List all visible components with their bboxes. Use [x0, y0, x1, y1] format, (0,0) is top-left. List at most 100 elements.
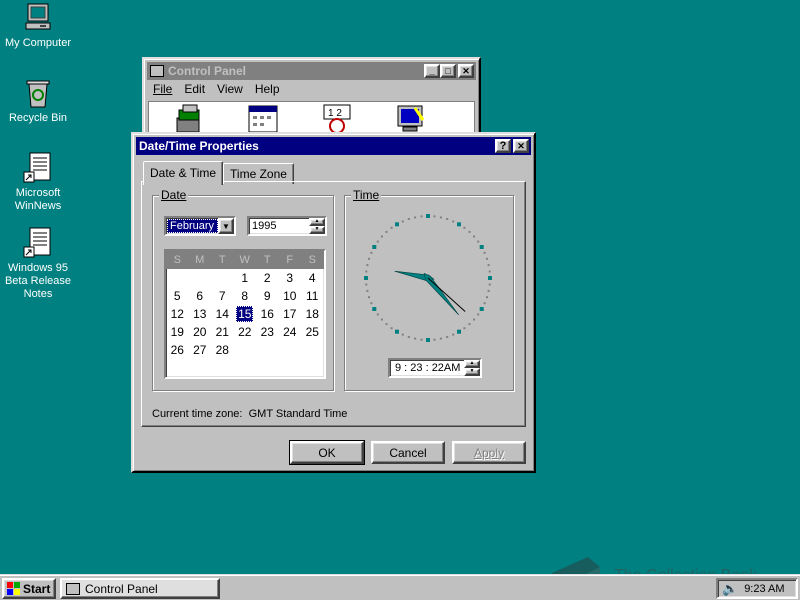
- calendar-day[interactable]: 25: [301, 325, 324, 339]
- desktop-icon-release-notes[interactable]: Windows 95 Beta Release Notes: [0, 227, 76, 301]
- calendar-day[interactable]: 2: [256, 271, 279, 285]
- clock-minute-mark: [407, 336, 410, 338]
- calendar-day[interactable]: 14: [211, 307, 234, 321]
- spin-down-icon[interactable]: ▼: [464, 368, 480, 376]
- calendar-day-header: M: [195, 254, 205, 266]
- analog-clock: [364, 214, 492, 342]
- calendar-day-header: S: [308, 254, 316, 266]
- clock-minute-mark: [473, 318, 476, 321]
- display-cp-icon[interactable]: [395, 104, 427, 134]
- clock-minute-mark: [370, 302, 373, 305]
- calendar[interactable]: SMTWTFS 1 2 3 4 5 6 7 8 9 10 11 12 13 14 15 16 17 18 19 20 2…: [164, 249, 326, 379]
- clock-hour-mark: [426, 214, 430, 218]
- calendar-day[interactable]: 3: [279, 271, 302, 285]
- calendar-day[interactable]: 24: [279, 325, 302, 339]
- spin-down-icon[interactable]: ▼: [309, 226, 325, 234]
- control-panel-titlebar[interactable]: Control Panel _ □ ✕: [147, 62, 476, 80]
- calendar-day[interactable]: 8: [234, 289, 257, 303]
- menu-help[interactable]: Help: [251, 82, 284, 96]
- clock-minute-mark: [385, 323, 388, 326]
- clock-minute-mark: [366, 289, 369, 292]
- calendar-day[interactable]: 7: [211, 289, 234, 303]
- dialog-titlebar[interactable]: Date/Time Properties ? ✕: [136, 137, 531, 155]
- calendar-day[interactable]: 12: [166, 307, 189, 321]
- ok-button[interactable]: OK: [289, 440, 365, 465]
- recycle-bin-icon: [22, 77, 54, 109]
- desktop-icon-my-computer[interactable]: My Computer: [0, 2, 76, 50]
- start-label: Start: [23, 581, 51, 596]
- clock-minute-mark: [370, 251, 373, 254]
- maximize-button[interactable]: □: [440, 64, 456, 78]
- taskbar: Start Control Panel 🔈 9:23 AM: [0, 574, 800, 600]
- minimize-button[interactable]: _: [424, 64, 440, 78]
- calendar-day[interactable]: 15: [234, 306, 257, 322]
- desktop-icon-winnews[interactable]: Microsoft WinNews: [0, 152, 76, 213]
- taskbar-clock[interactable]: 9:23 AM: [744, 583, 784, 595]
- clock-minute-mark: [376, 313, 379, 316]
- menu-view[interactable]: View: [213, 82, 247, 96]
- calendar-day[interactable]: 16: [256, 307, 279, 321]
- date-time-dialog[interactable]: Date/Time Properties ? ✕ Date & Time Tim…: [131, 132, 536, 473]
- calendar-day[interactable]: 17: [279, 307, 302, 321]
- calendar-day[interactable]: 26: [166, 343, 189, 357]
- clock-hour-mark: [479, 307, 484, 311]
- speaker-icon[interactable]: 🔈: [722, 581, 738, 597]
- time-field[interactable]: 9 : 23 : 22AM ▲ ▼: [388, 358, 482, 378]
- date-time-cp-icon[interactable]: [247, 104, 279, 134]
- time-value: 9 : 23 : 22AM: [395, 362, 461, 374]
- calendar-day[interactable]: 19: [166, 325, 189, 339]
- calendar-day[interactable]: 10: [279, 289, 302, 303]
- menu-edit[interactable]: Edit: [180, 82, 209, 96]
- clock-minute-mark: [463, 327, 466, 330]
- clock-minute-mark: [407, 218, 410, 220]
- year-spinner[interactable]: 1995 ▲ ▼: [247, 216, 327, 236]
- taskbar-control-panel-button[interactable]: Control Panel: [60, 578, 220, 599]
- clock-minute-mark: [486, 257, 488, 260]
- month-dropdown[interactable]: February ▼: [164, 216, 236, 236]
- clock-cp-icon[interactable]: 1 2: [321, 104, 353, 134]
- clock-minute-mark: [483, 302, 486, 305]
- calendar-day[interactable]: 5: [166, 289, 189, 303]
- cancel-button[interactable]: Cancel: [371, 441, 445, 464]
- clock-minute-mark: [376, 240, 379, 243]
- taskbar-task-label: Control Panel: [85, 581, 158, 596]
- clock-minute-mark: [365, 283, 368, 286]
- calendar-day[interactable]: 11: [301, 289, 324, 303]
- calendar-grid: 1 2 3 4 5 6 7 8 9 10 11 12 13 14 15 16 17 18 19 20 21 22 23 24 2…: [166, 269, 324, 359]
- calendar-day[interactable]: 20: [189, 325, 212, 339]
- tab-date-time[interactable]: Date & Time: [143, 161, 224, 185]
- spin-up-icon[interactable]: ▲: [464, 360, 480, 368]
- calendar-day[interactable]: 6: [189, 289, 212, 303]
- calendar-day[interactable]: 23: [256, 325, 279, 339]
- calendar-day[interactable]: 28: [211, 343, 234, 357]
- start-button[interactable]: Start: [2, 578, 56, 599]
- close-button[interactable]: ✕: [513, 139, 529, 153]
- calendar-day[interactable]: 18: [301, 307, 324, 321]
- clock-minute-mark: [477, 240, 480, 243]
- clock-minute-mark: [487, 264, 490, 267]
- document-shortcut-icon: [22, 152, 54, 184]
- clock-hour-mark: [488, 276, 492, 280]
- calendar-day[interactable]: 27: [189, 343, 212, 357]
- calendar-day[interactable]: 13: [189, 307, 212, 321]
- clock-hour-mark: [372, 245, 377, 249]
- year-spin-buttons: ▲ ▼: [309, 218, 325, 234]
- calendar-day[interactable]: 21: [211, 325, 234, 339]
- calendar-day[interactable]: 4: [301, 271, 324, 285]
- chevron-down-icon[interactable]: ▼: [218, 218, 234, 234]
- clock-minute-mark: [420, 215, 423, 218]
- clock-minute-mark: [366, 264, 369, 267]
- calendar-day[interactable]: 22: [234, 325, 257, 339]
- calendar-day[interactable]: 9: [256, 289, 279, 303]
- apply-button[interactable]: Apply: [452, 441, 526, 464]
- spin-up-icon[interactable]: ▲: [309, 218, 325, 226]
- clock-minute-mark: [414, 337, 417, 340]
- desktop-icon-recycle-bin[interactable]: Recycle Bin: [0, 77, 76, 125]
- close-button[interactable]: ✕: [458, 64, 474, 78]
- help-button[interactable]: ?: [495, 139, 511, 153]
- clock-minute-mark: [486, 296, 488, 299]
- calendar-day[interactable]: 1: [234, 271, 257, 285]
- clock-minute-mark: [380, 235, 383, 238]
- add-remove-programs-icon[interactable]: [173, 104, 205, 134]
- menu-file[interactable]: File: [149, 82, 176, 96]
